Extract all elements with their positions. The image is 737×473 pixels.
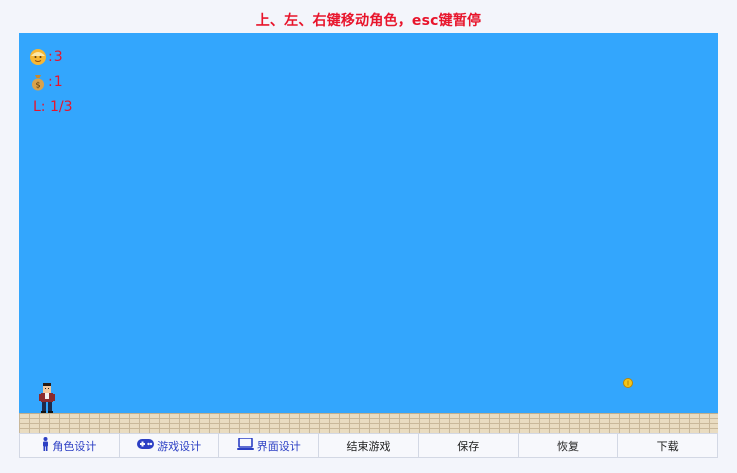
player-character <box>39 383 55 413</box>
instructions-text: 上、左、右键移动角色，esc键暂停 <box>255 13 482 29</box>
restore-label: 恢复 <box>556 439 579 453</box>
lives-value: 3 <box>53 49 63 65</box>
svg-text:$: $ <box>35 81 40 90</box>
character-design-label: 角色设计 <box>52 439 97 453</box>
ground-bricks <box>19 413 718 434</box>
bottom-toolbar: 角色设计 游戏设计 界面设计 结束游戏 保存 恢复 下载 <box>19 433 719 458</box>
ui-design-button[interactable]: 界面设计 <box>219 433 320 458</box>
hud-colon: : <box>48 49 53 65</box>
person-icon <box>42 437 49 454</box>
game-design-label: 游戏设计 <box>157 439 202 453</box>
restore-button[interactable]: 恢复 <box>518 433 619 458</box>
game-stage[interactable]: : 3 $ : 1 L: 1/3 <box>19 33 718 413</box>
laptop-icon <box>236 437 254 453</box>
save-label: 保存 <box>457 439 480 453</box>
level-indicator: L: 1/3 <box>33 99 73 115</box>
gamepad-icon <box>137 439 155 452</box>
end-game-label: 结束游戏 <box>346 439 391 453</box>
game-design-button[interactable]: 游戏设计 <box>119 433 220 458</box>
hud-coins: $ : 1 <box>29 72 63 92</box>
coins-value: 1 <box>53 74 63 90</box>
download-button[interactable]: 下载 <box>618 433 719 458</box>
hud-colon: : <box>48 74 53 90</box>
character-design-button[interactable]: 角色设计 <box>19 433 120 458</box>
coin-pickup <box>623 375 633 388</box>
save-button[interactable]: 保存 <box>418 433 519 458</box>
ui-design-label: 界面设计 <box>256 439 301 453</box>
money-bag-icon: $ <box>29 73 47 91</box>
download-label: 下载 <box>656 439 679 453</box>
player-face-icon <box>29 48 47 66</box>
end-game-button[interactable]: 结束游戏 <box>319 433 419 458</box>
hud-lives: : 3 <box>29 47 63 67</box>
